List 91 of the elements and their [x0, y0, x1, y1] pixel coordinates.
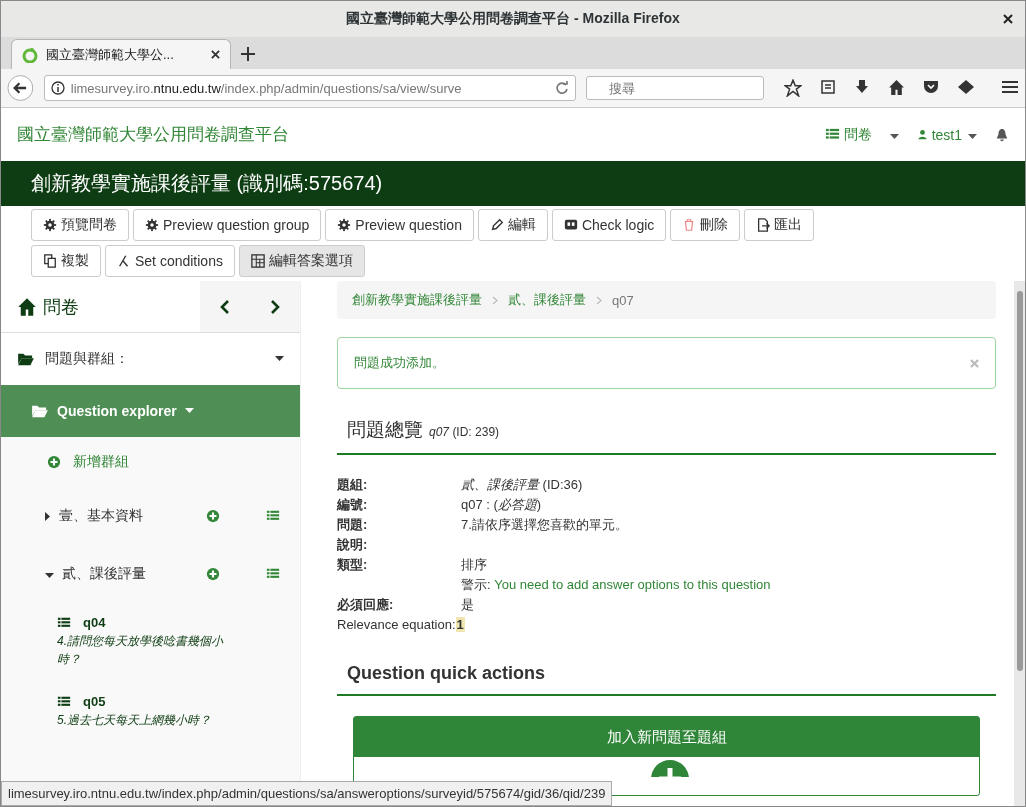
group-item[interactable]: 壹、基本資料 [1, 487, 300, 545]
sidebar-menu-item[interactable]: Question explorer [1, 385, 300, 437]
gear-icon [43, 218, 57, 232]
caret-icon [275, 356, 284, 362]
user-menu[interactable]: test1 [916, 126, 977, 143]
close-icon[interactable] [1003, 14, 1013, 24]
question-item[interactable]: q05 5.過去七天每天上網幾小時？ [1, 682, 300, 743]
back-icon[interactable] [7, 74, 34, 102]
toolbar-button[interactable]: Set conditions [105, 245, 235, 277]
question-id: q07 (ID: 239) [429, 425, 500, 439]
survey-title: 創新教學實施課後評量 (識別碼:575674) [31, 171, 383, 196]
section-title: 問題總覽 [347, 418, 423, 442]
alert-message: 問題成功添加。 [354, 354, 445, 372]
field-value: q07 : (必答題) [461, 496, 543, 514]
reload-icon[interactable] [555, 81, 569, 95]
chat-icon [563, 218, 578, 232]
toolbar-button[interactable]: Preview question group [133, 209, 322, 241]
warning-text: 警示: You need to add answer options to this question [461, 576, 772, 594]
field-label: Relevance equation: [337, 617, 456, 632]
search-field[interactable]: 搜尋 [586, 76, 764, 100]
scrollbar-thumb[interactable] [1016, 291, 1023, 671]
list-icon [57, 694, 71, 709]
menu-icon[interactable] [1001, 79, 1019, 95]
download-icon[interactable] [854, 79, 870, 95]
list-icon [266, 509, 280, 523]
field-label: 問題: [337, 516, 369, 534]
reader-icon[interactable] [820, 79, 836, 95]
breadcrumb-link[interactable]: q07 [612, 292, 634, 308]
pocket-icon[interactable] [923, 79, 939, 95]
toolbar-button[interactable]: Preview question [325, 209, 474, 241]
folder-icon [17, 352, 35, 366]
add-group-link[interactable]: 新增群組 [1, 437, 300, 487]
field-label: 題組: [337, 476, 369, 494]
browser-tab[interactable]: 國立臺灣師範大學公... [11, 39, 231, 69]
field-value: 是 [461, 596, 475, 614]
table-icon [250, 254, 265, 268]
caret-icon [184, 408, 194, 414]
info-icon [50, 81, 65, 95]
user-icon [916, 129, 928, 140]
question-item[interactable]: q04 4.請問您每天放學後唸書幾個小時？ [1, 603, 300, 682]
toolbar-button[interactable]: 編輯 [477, 209, 548, 241]
field-value: 1 [455, 617, 465, 632]
export-icon [756, 218, 771, 232]
toolbar-button[interactable]: 預覽問卷 [31, 209, 129, 241]
toolbar-button[interactable]: 刪除 [670, 209, 741, 241]
surveys-menu[interactable]: 問卷 [824, 125, 899, 144]
breadcrumb-link[interactable]: 貳、課後評量 [508, 291, 586, 309]
sidebar-title: 問卷 [1, 294, 200, 319]
home-icon [888, 79, 905, 96]
field-label: 說明: [337, 536, 369, 554]
toolbar-button[interactable]: 編輯答案選項 [238, 245, 365, 277]
field-label: 必須回應: [337, 596, 395, 614]
chevron-right-icon[interactable] [270, 299, 280, 314]
field-label: 類型: [337, 556, 369, 574]
caret-icon [45, 512, 51, 521]
breadcrumb-link[interactable]: 創新教學實施課後評量 [352, 291, 482, 309]
star-icon[interactable] [784, 79, 802, 97]
folder-icon [31, 404, 49, 418]
tab-favicon-icon [22, 46, 38, 63]
status-url: limesurvey.iro.ntnu.edu.tw/index.php/admin/questions/sa/answeroptions/surveyid/575674/gid/36/qid/239 [1, 781, 613, 806]
caret-icon [45, 573, 54, 579]
chevron-right-icon [596, 295, 602, 305]
card-title: 加入新問題至題組 [354, 717, 979, 757]
caret-icon [889, 133, 899, 140]
home-icon [17, 296, 37, 317]
chevron-left-icon[interactable] [220, 299, 230, 314]
chevron-right-icon [492, 295, 498, 305]
toolbar-button[interactable]: 複製 [31, 245, 101, 277]
list-icon [266, 567, 280, 581]
field-label: 編號: [337, 496, 369, 514]
branch-icon [117, 254, 131, 268]
group-item[interactable]: 貳、課後評量 [1, 545, 300, 603]
gear-icon [145, 218, 159, 232]
field-value: 排序 [461, 556, 488, 574]
sidebar-menu-item[interactable]: 問題與群組： [1, 333, 300, 385]
gear-icon [337, 218, 352, 232]
bell-icon [995, 127, 1009, 142]
field-value: 7.請依序選擇您喜歡的單元。 [461, 516, 629, 534]
close-icon[interactable] [211, 50, 220, 59]
pencil-icon [489, 218, 504, 232]
url-field[interactable]: limesurvey.iro.ntnu.edu.tw/index.php/admin/questions/sa/view/surve [43, 75, 576, 101]
list-icon [824, 127, 840, 142]
field-value: 貳、課後評量 (ID:36) [461, 476, 584, 494]
caret-icon [968, 133, 977, 140]
section-title: Question quick actions [337, 663, 996, 696]
list-icon [57, 615, 71, 630]
copy-icon [43, 254, 57, 268]
window-title: 國立臺灣師範大學公用問卷調查平台 - Mozilla Firefox [346, 10, 680, 28]
toolbar-button[interactable]: 匯出 [744, 209, 815, 241]
brand-link[interactable]: 國立臺灣師範大學公用問卷調查平台 [17, 123, 807, 146]
toolbar-button[interactable]: Check logic [551, 209, 667, 241]
